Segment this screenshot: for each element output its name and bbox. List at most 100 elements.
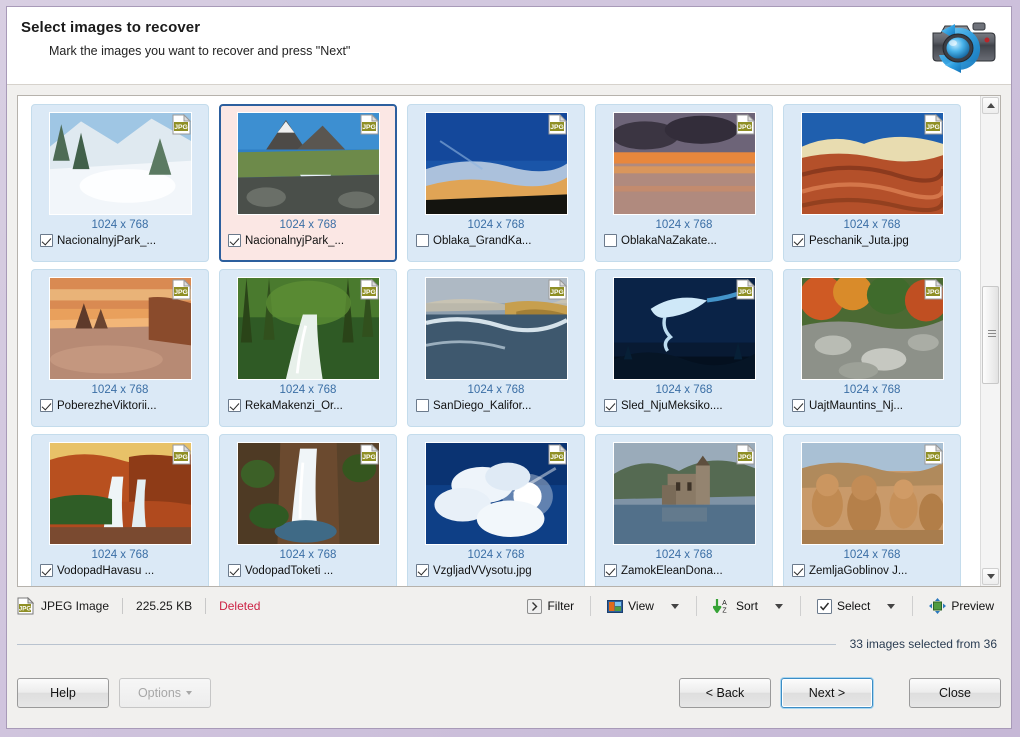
scrollbar-thumb[interactable] [982, 286, 999, 384]
image-filename: Oblaka_GrandKa... [433, 234, 532, 247]
file-row: Peschanik_Juta.jpg [790, 234, 954, 247]
thumbnail-image[interactable] [236, 277, 380, 380]
status-badge: Deleted [219, 599, 261, 613]
svg-text:JPG: JPG [738, 289, 752, 296]
image-checkbox[interactable] [228, 234, 241, 247]
image-tile[interactable]: JPG 1024 x 768 VzgljadVVysotu.jpg [407, 434, 585, 586]
sort-dropdown-chevron-down-icon[interactable] [774, 603, 783, 609]
image-checkbox[interactable] [40, 234, 53, 247]
thumbnail-image[interactable] [424, 442, 568, 545]
thumbnail-image[interactable] [48, 442, 192, 545]
filter-button[interactable]: Filter [520, 595, 581, 618]
jpg-file-type-badge-icon: JPG [548, 113, 568, 135]
select-button[interactable]: Select [810, 595, 877, 618]
file-row: UajtMauntins_Nj... [790, 399, 954, 412]
jpg-file-type-badge-icon: JPG [924, 443, 944, 465]
image-checkbox[interactable] [40, 564, 53, 577]
image-checkbox[interactable] [228, 564, 241, 577]
vertical-scrollbar[interactable] [980, 96, 1000, 586]
next-button[interactable]: Next > [781, 678, 873, 708]
preview-button[interactable]: Preview [922, 594, 1001, 618]
image-checkbox[interactable] [416, 564, 429, 577]
view-button[interactable]: View [600, 595, 661, 618]
image-checkbox[interactable] [416, 234, 429, 247]
thumbnail-image[interactable] [612, 442, 756, 545]
thumbnail-image[interactable] [48, 112, 192, 215]
filter-icon [527, 598, 543, 614]
image-tile[interactable]: JPG 1024 x 768 UajtMauntins_Nj... [783, 269, 961, 427]
thumbnail-image[interactable] [424, 112, 568, 215]
svg-text:JPG: JPG [362, 124, 376, 131]
image-tile[interactable]: JPG 1024 x 768 Sled_NjuMeksiko.... [595, 269, 773, 427]
file-row: ZemljaGoblinov J... [790, 564, 954, 577]
thumbnail-image[interactable] [800, 442, 944, 545]
thumbnail-image[interactable] [236, 442, 380, 545]
image-checkbox[interactable] [604, 234, 617, 247]
image-dimensions: 1024 x 768 [467, 549, 525, 561]
image-grid: JPG 1024 x 768 NacionalnyjPark_... JPG 1… [26, 104, 980, 586]
image-grid-panel: JPG 1024 x 768 NacionalnyjPark_... JPG 1… [17, 95, 1001, 587]
view-dropdown-chevron-down-icon[interactable] [670, 603, 679, 609]
close-button[interactable]: Close [909, 678, 1001, 708]
thumbnail-image[interactable] [424, 277, 568, 380]
scroll-up-icon[interactable] [982, 97, 999, 114]
thumbnail-image[interactable] [800, 112, 944, 215]
thumbnail-wrap: JPG [38, 112, 202, 215]
image-tile[interactable]: JPG 1024 x 768 PoberezheViktorii... [31, 269, 209, 427]
thumbnail-wrap: JPG [38, 442, 202, 545]
jpg-file-type-badge-icon: JPG [360, 443, 380, 465]
scroll-down-icon[interactable] [982, 568, 999, 585]
image-tile[interactable]: JPG 1024 x 768 VodopadToketi ... [219, 434, 397, 586]
svg-text:JPG: JPG [19, 606, 32, 613]
image-tile[interactable]: JPG 1024 x 768 ZamokEleanDona... [595, 434, 773, 586]
thumbnail-image[interactable] [48, 277, 192, 380]
select-label: Select [836, 599, 871, 613]
image-tile[interactable]: JPG 1024 x 768 OblakaNaZakate... [595, 104, 773, 262]
file-row: VodopadHavasu ... [38, 564, 202, 577]
image-dimensions: 1024 x 768 [843, 549, 901, 561]
sort-button[interactable]: A Z Sort [706, 594, 765, 618]
image-checkbox[interactable] [792, 564, 805, 577]
image-tile[interactable]: JPG 1024 x 768 Peschanik_Juta.jpg [783, 104, 961, 262]
svg-text:JPG: JPG [926, 124, 940, 131]
image-checkbox[interactable] [604, 564, 617, 577]
image-dimensions: 1024 x 768 [279, 219, 337, 231]
image-filename: UajtMauntins_Nj... [809, 399, 903, 412]
image-checkbox[interactable] [792, 399, 805, 412]
image-checkbox[interactable] [604, 399, 617, 412]
image-checkbox[interactable] [416, 399, 429, 412]
thumbnail-image[interactable] [800, 277, 944, 380]
jpg-file-type-badge-icon: JPG [736, 113, 756, 135]
image-dimensions: 1024 x 768 [91, 549, 149, 561]
image-checkbox[interactable] [40, 399, 53, 412]
file-row: ZamokEleanDona... [602, 564, 766, 577]
image-dimensions: 1024 x 768 [467, 219, 525, 231]
thumbnail-image[interactable] [236, 112, 380, 215]
image-tile[interactable]: JPG 1024 x 768 VodopadHavasu ... [31, 434, 209, 586]
image-tile[interactable]: JPG 1024 x 768 NacionalnyjPark_... [31, 104, 209, 262]
jpg-file-type-badge-icon: JPG [548, 278, 568, 300]
thumbnail-image[interactable] [612, 277, 756, 380]
thumbnail-wrap: JPG [414, 442, 578, 545]
image-filename: VodopadHavasu ... [57, 564, 155, 577]
preview-label: Preview [951, 599, 994, 613]
dialog-button-bar: Help Options < Back Next > Close [17, 670, 1001, 716]
jpg-file-icon: JPG [17, 596, 35, 615]
image-tile[interactable]: JPG 1024 x 768 SanDiego_Kalifor... [407, 269, 585, 427]
sort-az-icon: A Z [712, 598, 731, 615]
image-checkbox[interactable] [228, 399, 241, 412]
image-tile[interactable]: JPG 1024 x 768 Oblaka_GrandKa... [407, 104, 585, 262]
toolbar-divider [695, 596, 697, 616]
help-button[interactable]: Help [17, 678, 109, 708]
image-tile[interactable]: JPG 1024 x 768 ZemljaGoblinov J... [783, 434, 961, 586]
back-button[interactable]: < Back [679, 678, 771, 708]
image-tile[interactable]: JPG 1024 x 768 RekaMakenzi_Or... [219, 269, 397, 427]
window-content: Select images to recover Mark the images… [6, 6, 1012, 729]
status-divider [122, 598, 124, 614]
image-filename: NacionalnyjPark_... [57, 234, 157, 247]
select-dropdown-chevron-down-icon[interactable] [887, 603, 896, 609]
image-checkbox[interactable] [792, 234, 805, 247]
image-tile[interactable]: JPG 1024 x 768 NacionalnyjPark_... [219, 104, 397, 262]
thumbnail-image[interactable] [612, 112, 756, 215]
svg-text:JPG: JPG [362, 289, 376, 296]
